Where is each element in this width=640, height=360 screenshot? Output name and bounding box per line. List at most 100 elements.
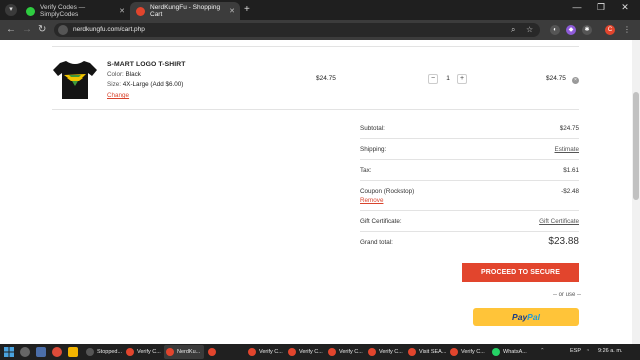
tax-label: Tax:: [360, 167, 372, 174]
paypal-logo-pal: Pal: [527, 312, 540, 322]
address-bar[interactable]: nerdkungfu.com/cart.php ⌕ ☆: [54, 23, 540, 37]
taskbar-app[interactable]: Verify C...: [246, 345, 286, 359]
size-value: 4X-Large (Add $6.00): [122, 81, 184, 88]
nerdkungfu-favicon-icon: [136, 6, 145, 16]
product-image[interactable]: [52, 57, 98, 101]
taskbar-app[interactable]: Visit SEA...: [406, 345, 448, 359]
app-icon: [208, 348, 216, 356]
taskbar-app[interactable]: Stopped...: [84, 345, 124, 359]
app-icon: [450, 348, 458, 356]
taskbar-app[interactable]: Verify C...: [366, 345, 406, 359]
chrome-icon[interactable]: [52, 347, 62, 357]
grand-total-value: $23.88: [548, 236, 579, 247]
app-icon: [288, 348, 296, 356]
product-size: Size: 4X-Large (Add $6.00): [107, 81, 183, 88]
tab-shopping-cart[interactable]: NerdKungFu - Shopping Cart ✕: [130, 2, 240, 20]
search-icon[interactable]: [20, 347, 30, 357]
file-explorer-icon[interactable]: [68, 347, 78, 357]
profile-avatar[interactable]: C: [605, 25, 615, 35]
change-options-link[interactable]: Change: [107, 92, 129, 99]
app-icon: [368, 348, 376, 356]
task-view-icon[interactable]: [36, 347, 46, 357]
shipping-estimate-link[interactable]: Estimate: [555, 146, 580, 153]
app-label: Stopped...: [97, 349, 123, 355]
tax-value: $1.61: [563, 167, 579, 174]
remove-item-icon[interactable]: ×: [572, 77, 579, 84]
gift-certificate-link[interactable]: Gift Certificate: [539, 218, 579, 225]
subtotal-value: $24.75: [559, 125, 579, 132]
close-icon[interactable]: ✕: [119, 7, 125, 15]
simplycodes-favicon-icon: [26, 6, 35, 16]
item-total: $24.75: [546, 75, 566, 82]
tab-strip: ▾ Verify Codes — SimplyCodes ✕ NerdKungF…: [0, 0, 640, 20]
divider: [360, 180, 579, 181]
window-close-icon[interactable]: ✕: [616, 2, 634, 13]
extension-icon[interactable]: ◆: [566, 25, 576, 35]
extensions-puzzle-icon[interactable]: ✱: [582, 25, 592, 35]
app-icon: [166, 348, 174, 356]
clock[interactable]: 9:26 a. m.: [598, 348, 622, 354]
back-arrow-icon[interactable]: ←: [6, 24, 16, 36]
gift-certificate-label: Gift Certificate:: [360, 218, 402, 225]
divider: [360, 210, 579, 211]
paypal-logo-pay: Pay: [512, 312, 528, 322]
taskbar: Stopped... Verify C... NerdKu... Verify …: [0, 344, 640, 360]
taskbar-app[interactable]: Verify C...: [326, 345, 366, 359]
reload-icon[interactable]: ↻: [38, 24, 46, 36]
product-name[interactable]: S-MART LOGO T-SHIRT: [107, 61, 186, 68]
coupon-value: -$2.48: [561, 188, 579, 195]
tab-verify-codes[interactable]: Verify Codes — SimplyCodes ✕: [20, 2, 130, 20]
quantity-increase-button[interactable]: +: [457, 74, 467, 84]
app-icon: [408, 348, 416, 356]
coupon-remove-link[interactable]: Remove: [360, 197, 383, 204]
divider: [360, 138, 579, 139]
tab-search-button[interactable]: ▾: [5, 4, 17, 16]
url-text[interactable]: nerdkungfu.com/cart.php: [73, 24, 145, 36]
app-label: NerdKu...: [177, 349, 201, 355]
shipping-label: Shipping:: [360, 146, 387, 153]
divider: [360, 231, 579, 232]
windows-start-icon[interactable]: [4, 347, 14, 357]
taskbar-app[interactable]: Verify C...: [448, 345, 490, 359]
minimize-icon[interactable]: —: [568, 2, 586, 12]
quantity-decrease-button[interactable]: −: [428, 74, 438, 84]
browser-toolbar: ← → ↻ nerdkungfu.com/cart.php ⌕ ☆ ◐ ◆ ✱ …: [0, 20, 640, 40]
language-indicator[interactable]: ESP: [570, 348, 581, 354]
quantity-value[interactable]: 1: [444, 75, 452, 82]
tab-title: Verify Codes — SimplyCodes: [40, 4, 86, 18]
divider: [52, 46, 579, 47]
zoom-icon[interactable]: ⌕: [511, 24, 515, 36]
taskbar-app[interactable]: WhatsA...: [490, 345, 532, 359]
app-label: Verify C...: [299, 349, 323, 355]
scrollbar-thumb[interactable]: [633, 92, 639, 200]
taskbar-app[interactable]: [206, 345, 246, 359]
coupon-label: Coupon (Rockstop): [360, 188, 415, 195]
paypal-button[interactable]: PayPal: [473, 308, 579, 326]
subtotal-label: Subtotal:: [360, 125, 385, 132]
forward-arrow-icon[interactable]: →: [22, 24, 32, 36]
taskbar-app-active[interactable]: NerdKu...: [164, 345, 204, 359]
or-use-separator: -- or use --: [553, 292, 582, 298]
whatsapp-icon: [492, 348, 500, 356]
menu-dots-icon[interactable]: ⋮: [622, 25, 632, 35]
tray-overflow-icon[interactable]: ⌃: [540, 348, 545, 354]
site-info-icon[interactable]: [58, 25, 68, 35]
bookmark-star-icon[interactable]: ☆: [526, 24, 533, 36]
taskbar-app[interactable]: Verify C...: [286, 345, 326, 359]
app-label: WhatsA...: [503, 349, 527, 355]
new-tab-button[interactable]: +: [244, 4, 250, 16]
page-scrollbar[interactable]: [632, 40, 640, 344]
network-icon[interactable]: ◔: [586, 348, 589, 354]
app-label: Visit SEA...: [419, 349, 447, 355]
app-label: Verify C...: [339, 349, 363, 355]
item-price: $24.75: [316, 75, 336, 82]
extension-icon[interactable]: ◐: [550, 25, 560, 35]
app-label: Verify C...: [461, 349, 485, 355]
restore-icon[interactable]: ❐: [592, 2, 610, 13]
close-icon[interactable]: ✕: [229, 7, 235, 15]
divider: [360, 159, 579, 160]
taskbar-app[interactable]: Verify C...: [124, 345, 164, 359]
secure-checkout-button[interactable]: PROCEED TO SECURE CHECKOUT: [462, 263, 579, 295]
app-icon: [86, 348, 94, 356]
divider: [52, 109, 579, 110]
